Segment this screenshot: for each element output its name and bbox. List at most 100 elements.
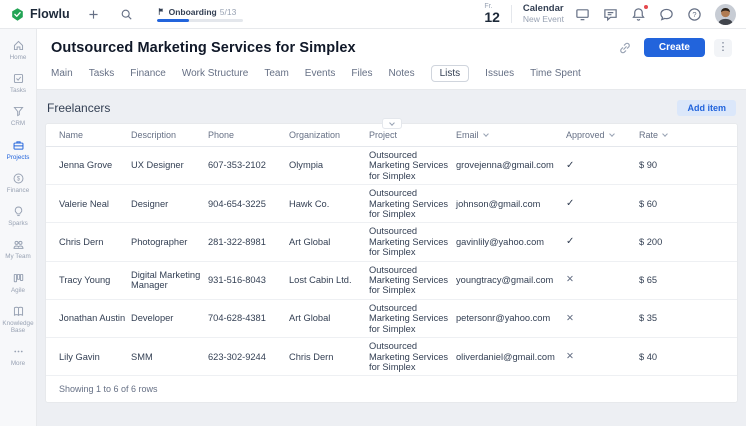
column-header-name: Name xyxy=(46,124,131,147)
cell-organization: Lost Cabin Ltd. xyxy=(289,261,369,299)
sidebar-item-label: My Team xyxy=(5,253,30,260)
sidebar-item-crm[interactable]: CRM xyxy=(0,100,36,133)
cell-organization: Olympia xyxy=(289,147,369,185)
tab-events[interactable]: Events xyxy=(305,68,336,79)
tab-finance[interactable]: Finance xyxy=(130,68,166,79)
column-header-organization: Organization xyxy=(289,124,369,147)
sidebar-item-label: Home xyxy=(10,54,27,61)
sidebar-item-sparks[interactable]: Sparks xyxy=(0,200,36,233)
sidebar-item-label: Tasks xyxy=(10,87,26,94)
tab-issues[interactable]: Issues xyxy=(485,68,514,79)
cell-approved: ✓ xyxy=(566,185,639,223)
column-label: Rate xyxy=(639,130,658,140)
cell-project: Outsourced Marketing Services for Simple… xyxy=(369,338,456,376)
collapse-table-button[interactable] xyxy=(382,118,402,129)
more-menu-button[interactable]: ⋮ xyxy=(714,39,732,57)
check-icon: ✓ xyxy=(566,160,574,171)
screen-button[interactable] xyxy=(575,6,592,23)
crm-icon xyxy=(12,105,25,118)
column-header-approved[interactable]: Approved xyxy=(566,124,639,147)
cell-phone: 281-322-8981 xyxy=(208,223,289,261)
create-button[interactable]: Create xyxy=(644,38,705,57)
table-row[interactable]: Lily GavinSMM623-302-9244Chris DernOutso… xyxy=(46,338,737,376)
projects-icon xyxy=(12,139,25,152)
user-avatar[interactable] xyxy=(715,4,736,25)
tab-lists[interactable]: Lists xyxy=(431,65,470,82)
column-header-phone: Phone xyxy=(208,124,289,147)
sidebar-item-agile[interactable]: Agile xyxy=(0,267,36,300)
bell-button[interactable] xyxy=(631,6,648,23)
table-row[interactable]: Jonathan AustinDeveloper704-628-4381Art … xyxy=(46,299,737,337)
column-label: Organization xyxy=(289,130,340,140)
table-row[interactable]: Chris DernPhotographer281-322-8981Art Gl… xyxy=(46,223,737,261)
comments-icon xyxy=(603,7,620,22)
cell-description: Photographer xyxy=(131,223,208,261)
sidebar-item-knowledge-base[interactable]: Knowledge Base xyxy=(0,300,36,340)
table-row[interactable]: Valerie NealDesigner904-654-3225Hawk Co.… xyxy=(46,185,737,223)
chat-button[interactable] xyxy=(659,6,676,23)
column-header-email[interactable]: Email xyxy=(456,124,566,147)
chat-bubble-icon xyxy=(659,7,676,22)
tab-time-spent[interactable]: Time Spent xyxy=(530,68,581,79)
team-icon xyxy=(12,238,25,251)
cell-name: Tracy Young xyxy=(46,261,131,299)
notification-badge xyxy=(643,4,649,10)
cell-approved: ✕ xyxy=(566,261,639,299)
search-button[interactable] xyxy=(118,5,136,23)
check-icon: ✓ xyxy=(566,198,574,209)
cell-email: grovejenna@gmail.com xyxy=(456,147,566,185)
tab-work-structure[interactable]: Work Structure xyxy=(182,68,249,79)
cell-approved: ✓ xyxy=(566,223,639,261)
divider xyxy=(511,5,512,23)
cell-description: UX Designer xyxy=(131,147,208,185)
cell-email: petersonr@yahoo.com xyxy=(456,299,566,337)
tab-tasks[interactable]: Tasks xyxy=(89,68,115,79)
freelancers-section: Freelancers Add item NameDescriptionPhon… xyxy=(45,100,738,403)
sort-chevron-icon xyxy=(662,131,668,137)
sidebar: Home Tasks CRM Projects $Finance Sparks My Tea… xyxy=(0,29,37,426)
sidebar-item-more[interactable]: More xyxy=(0,340,36,373)
cell-rate: $ 65 xyxy=(639,261,737,299)
sidebar-item-label: Sparks xyxy=(8,220,28,227)
tab-notes[interactable]: Notes xyxy=(388,68,414,79)
tab-team[interactable]: Team xyxy=(264,68,288,79)
sparks-icon xyxy=(12,205,25,218)
sidebar-item-projects[interactable]: Projects xyxy=(0,134,36,167)
rows-count-label: Showing 1 to 6 of 6 rows xyxy=(46,376,737,402)
onboarding-widget[interactable]: Onboarding 5/13 xyxy=(157,7,243,22)
help-button[interactable]: ? xyxy=(687,6,704,23)
date-widget[interactable]: Fr. 12 xyxy=(484,3,500,26)
calendar-widget[interactable]: Calendar New Event xyxy=(523,3,564,25)
cell-phone: 931-516-8043 xyxy=(208,261,289,299)
sidebar-item-finance[interactable]: $Finance xyxy=(0,167,36,200)
tab-files[interactable]: Files xyxy=(351,68,372,79)
copy-link-button[interactable] xyxy=(617,39,635,57)
page-title: Outsourced Marketing Services for Simple… xyxy=(51,40,356,56)
sidebar-item-label: Projects xyxy=(7,154,30,161)
cell-rate: $ 35 xyxy=(639,299,737,337)
sort-chevron-icon xyxy=(483,131,489,137)
sidebar-item-tasks[interactable]: Tasks xyxy=(0,67,36,100)
flag-icon xyxy=(157,7,166,16)
sidebar-item-my-team[interactable]: My Team xyxy=(0,233,36,266)
sidebar-item-home[interactable]: Home xyxy=(0,34,36,67)
tab-main[interactable]: Main xyxy=(51,68,73,79)
cell-email: youngtracy@gmail.com xyxy=(456,261,566,299)
add-button[interactable] xyxy=(85,5,103,23)
cell-description: Developer xyxy=(131,299,208,337)
check-icon: ✓ xyxy=(566,236,574,247)
cell-project: Outsourced Marketing Services for Simple… xyxy=(369,261,456,299)
cell-phone: 704-628-4381 xyxy=(208,299,289,337)
onboarding-progress-bar xyxy=(157,19,243,22)
brand[interactable]: Flowlu xyxy=(10,7,70,22)
add-item-button-freelancers[interactable]: Add item xyxy=(677,100,736,116)
table-row[interactable]: Jenna GroveUX Designer607-353-2102Olympi… xyxy=(46,147,737,185)
column-header-rate[interactable]: Rate xyxy=(639,124,737,147)
topbar-right: Fr. 12 Calendar New Event ? xyxy=(484,3,736,26)
brand-name: Flowlu xyxy=(30,7,70,21)
cell-description: Designer xyxy=(131,185,208,223)
table-row[interactable]: Tracy YoungDigital Marketing Manager931-… xyxy=(46,261,737,299)
comments-button[interactable] xyxy=(603,6,620,23)
cell-email: gavinlily@yahoo.com xyxy=(456,223,566,261)
cross-icon: ✕ xyxy=(566,351,574,362)
